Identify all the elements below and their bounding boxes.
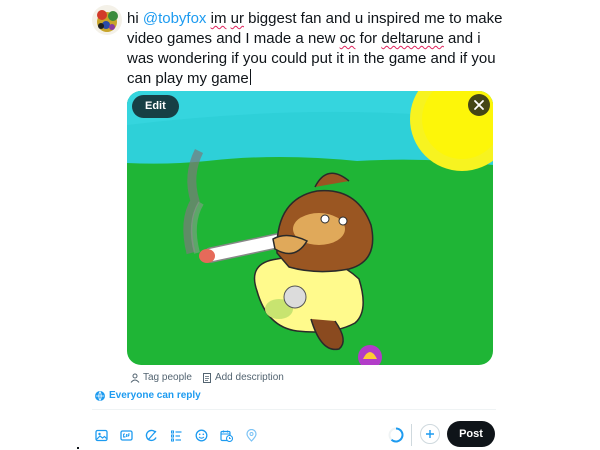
reply-setting-button[interactable]: Everyone can reply: [95, 390, 201, 401]
plus-icon: [426, 430, 434, 438]
avatar[interactable]: [92, 5, 122, 35]
edit-media-button[interactable]: Edit: [132, 95, 179, 118]
divider: [411, 424, 412, 446]
remove-media-button[interactable]: [468, 94, 490, 116]
gif-icon[interactable]: [117, 426, 135, 444]
misspelled-word: oc: [339, 30, 356, 47]
person-icon: [130, 373, 140, 383]
add-description-button[interactable]: Add description: [202, 372, 284, 383]
post-button[interactable]: Post: [447, 421, 495, 447]
text-segment: hi: [127, 10, 143, 27]
media-actions: Tag people Add description: [130, 372, 284, 383]
add-post-button[interactable]: [420, 424, 440, 444]
drawing-image: [127, 91, 493, 365]
composer-toolbar: [92, 426, 260, 444]
reply-setting-label: Everyone can reply: [109, 390, 201, 401]
post-text-input[interactable]: hi @tobyfox im ur biggest fan and u insp…: [127, 9, 507, 89]
close-icon: [474, 100, 484, 110]
stray-mark: [77, 447, 79, 449]
add-description-label: Add description: [214, 372, 284, 383]
text-segment: for: [355, 30, 382, 47]
misspelled-word: deltarune: [381, 30, 444, 47]
schedule-icon[interactable]: [217, 426, 235, 444]
location-icon[interactable]: [242, 426, 260, 444]
image-icon[interactable]: [92, 426, 110, 444]
divider: [92, 409, 496, 410]
tag-people-button[interactable]: Tag people: [130, 372, 192, 383]
poll-icon[interactable]: [167, 426, 185, 444]
text-cursor: [249, 69, 251, 85]
misspelled-word: im: [210, 10, 227, 27]
grok-icon[interactable]: [142, 426, 160, 444]
character-counter: [387, 426, 405, 444]
document-icon: [202, 372, 211, 383]
mention-link[interactable]: @tobyfox: [143, 10, 207, 27]
tag-people-label: Tag people: [143, 372, 192, 383]
attached-image[interactable]: Edit: [127, 91, 493, 365]
emoji-icon[interactable]: [192, 426, 210, 444]
misspelled-word: ur: [230, 10, 244, 27]
globe-icon: [95, 390, 105, 401]
